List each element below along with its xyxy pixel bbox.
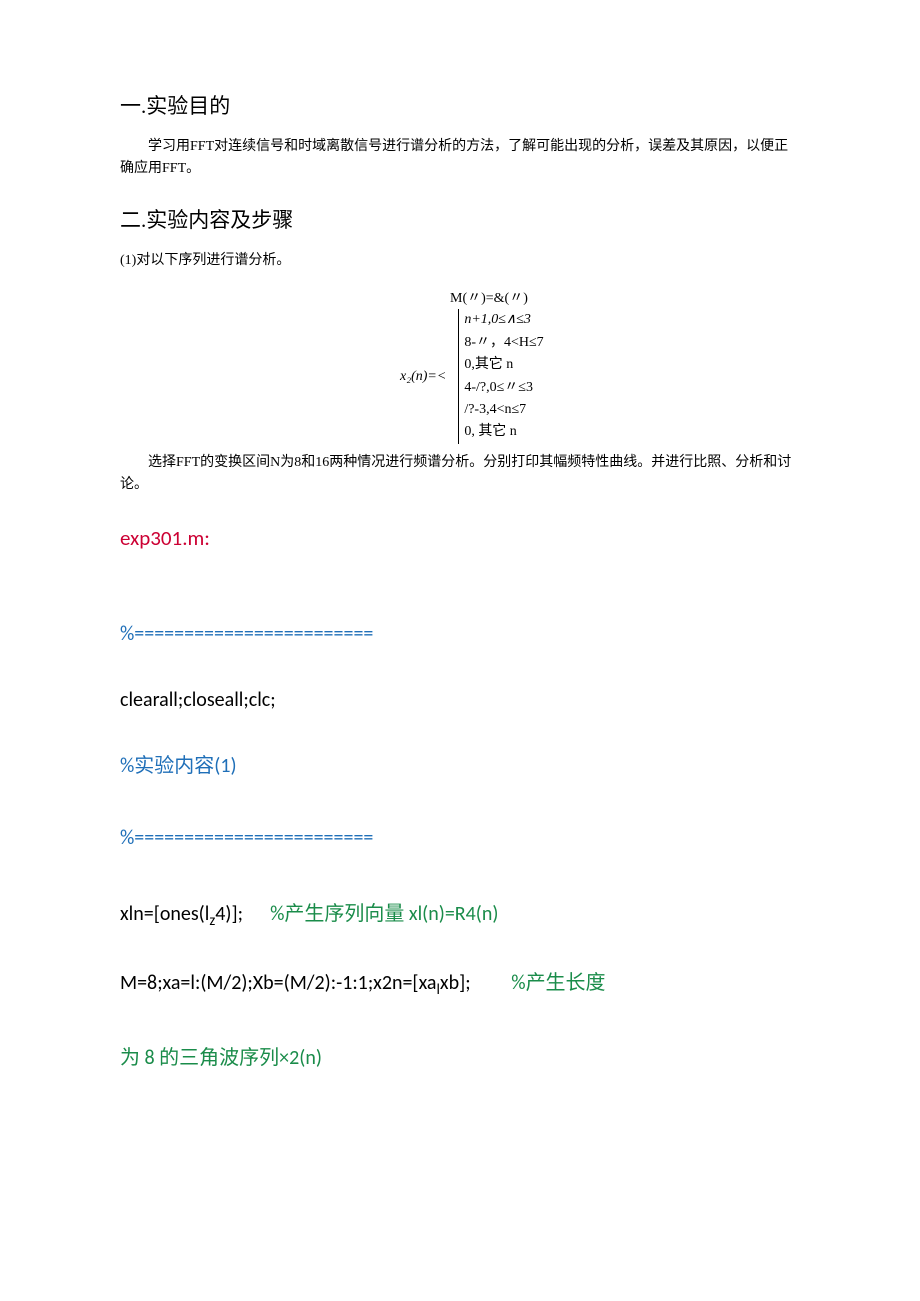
code-comment-1: %实验内容(1) <box>120 748 800 784</box>
section-1-heading: 一.实验目的 <box>120 90 800 124</box>
code-clear: clearall;closeall;clc; <box>120 682 800 718</box>
math-eq3-r1: 4-/?,0≤〃≤3 <box>464 377 543 399</box>
math-eq2-r1: n+1,0≤∧≤3 <box>464 309 543 331</box>
code-separator-1: %======================== <box>120 616 800 652</box>
code-line-m: M=8;xa=l:(M/2);Xb=(M/2):-1:1;x2n=[xalxb]… <box>120 965 800 1004</box>
math-eq2-lhs: x₂(n)=< <box>400 366 446 387</box>
code-line-tail: 为 8 的三角波序列×2(n) <box>120 1040 800 1076</box>
math-eq3-r3: 0, 其它 n <box>464 421 543 443</box>
math-eq2-r2: 8-〃，4<H≤7 <box>464 332 543 354</box>
after-math-text: 选择FFT的变换区间N为8和16两种情况进行频谱分析。分别打印其幅频特性曲线。并… <box>120 452 800 497</box>
section-2-heading: 二.实验内容及步骤 <box>120 204 800 238</box>
code-line-xln: xln=[ones(lz4)]; %产生序列向量 xl(n)=R4(n) <box>120 896 800 935</box>
code-separator-2: %======================== <box>120 820 800 856</box>
section-2-sub1: (1)对以下序列进行谱分析。 <box>120 250 800 272</box>
math-eq2: x₂(n)=< n+1,0≤∧≤3 8-〃，4<H≤7 0,其它 n 4-/?,… <box>400 309 800 443</box>
math-eq2-r3: 0,其它 n <box>464 354 543 376</box>
math-block: M(〃)=&(〃) x₂(n)=< n+1,0≤∧≤3 8-〃，4<H≤7 0,… <box>400 288 800 443</box>
math-eq3-r2: /?-3,4<n≤7 <box>464 399 543 421</box>
section-1-body: 学习用FFT对连续信号和时域离散信号进行谱分析的方法，了解可能出现的分析，误差及… <box>120 136 800 181</box>
math-line-1: M(〃)=&(〃) <box>450 288 800 309</box>
brace-icon <box>458 309 462 443</box>
code-filename: exp301.m: <box>120 522 800 556</box>
